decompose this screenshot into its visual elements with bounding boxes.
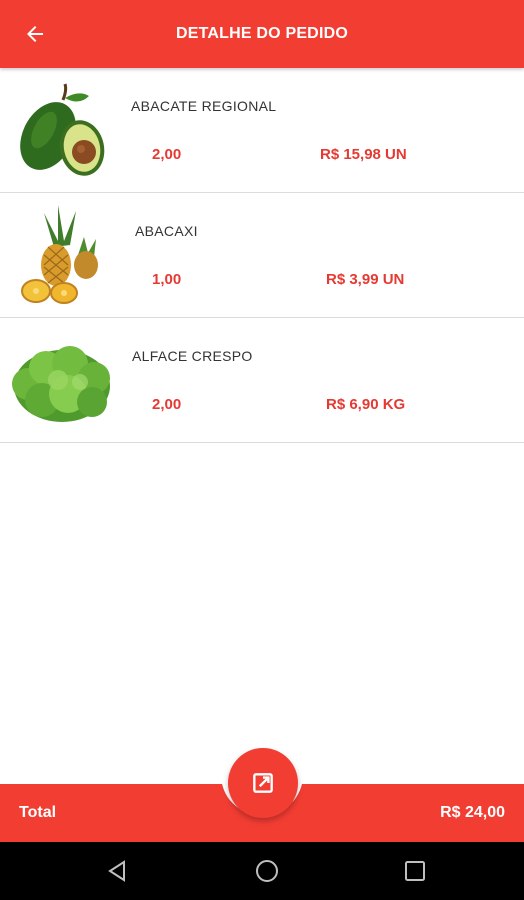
- item-price: R$ 6,90 KG: [326, 396, 406, 413]
- nav-home-icon[interactable]: [254, 858, 280, 884]
- page-title: DETALHE DO PEDIDO: [175, 25, 348, 42]
- edit-order-button[interactable]: [228, 748, 298, 818]
- item-quantity: 2,00: [152, 146, 182, 163]
- item-name: ALFACE CRESPO: [132, 348, 253, 364]
- system-navigation-bar: [0, 842, 524, 900]
- item-name: ABACAXI: [135, 223, 198, 239]
- lettuce-image: [12, 346, 110, 422]
- order-items-list: ABACATE REGIONAL 2,00 R$ 15,98 UN ABACAX…: [0, 68, 524, 443]
- edit-external-icon: [253, 773, 273, 793]
- item-price: R$ 3,99 UN: [326, 271, 405, 288]
- item-name: ABACATE REGIONAL: [131, 98, 277, 114]
- nav-back-icon[interactable]: [105, 859, 129, 883]
- list-item[interactable]: ABACATE REGIONAL 2,00 R$ 15,98 UN: [0, 68, 524, 193]
- avocado-image: [20, 83, 105, 176]
- item-price: R$ 15,98 UN: [320, 146, 407, 163]
- list-item[interactable]: ALFACE CRESPO 2,00 R$ 6,90 KG: [0, 318, 524, 443]
- pineapple-image: [21, 205, 98, 304]
- app-bar: DETALHE DO PEDIDO: [0, 0, 524, 68]
- total-label: Total: [19, 804, 57, 821]
- list-item[interactable]: ABACAXI 1,00 R$ 3,99 UN: [0, 193, 524, 318]
- total-value: R$ 24,00: [440, 804, 505, 821]
- nav-recents-icon[interactable]: [403, 859, 427, 883]
- item-quantity: 1,00: [152, 271, 182, 288]
- item-quantity: 2,00: [152, 396, 182, 413]
